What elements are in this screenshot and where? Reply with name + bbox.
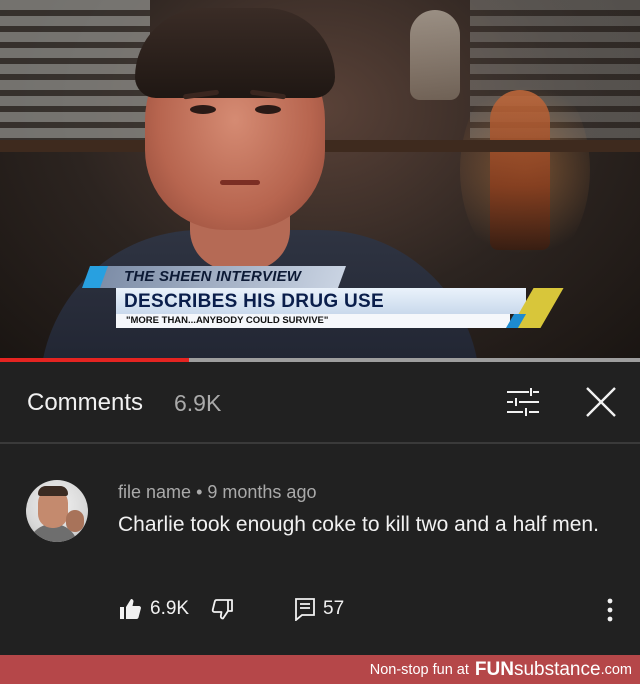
sort-filter-icon[interactable] bbox=[505, 386, 541, 418]
watermark-brand-suffix: .com bbox=[600, 662, 632, 679]
watermark-brand-bold: FUN bbox=[474, 659, 514, 680]
left-eye bbox=[190, 105, 216, 114]
comment-time: 9 months ago bbox=[207, 482, 317, 502]
video-player[interactable]: THE SHEEN INTERVIEW DESCRIBES HIS DRUG U… bbox=[0, 0, 640, 360]
lower-third-quote: "MORE THAN...ANYBODY COULD SURVIVE" bbox=[126, 315, 329, 326]
comment-author[interactable]: file name bbox=[118, 482, 191, 502]
mouth bbox=[220, 180, 260, 185]
comment-meta: file name • 9 months ago bbox=[118, 482, 316, 503]
thumbs-down-icon[interactable] bbox=[210, 597, 234, 621]
comment-text: Charlie took enough coke to kill two and… bbox=[118, 513, 599, 536]
meta-separator: • bbox=[196, 482, 203, 502]
watermark-prefix: Non-stop fun at bbox=[369, 662, 469, 679]
avatar-hair bbox=[38, 486, 68, 496]
watermark-brand: FUNsubstance bbox=[475, 659, 601, 680]
comments-title: Comments bbox=[27, 389, 144, 416]
background-lamp bbox=[490, 90, 550, 250]
avatar[interactable] bbox=[26, 480, 88, 542]
like-count: 6.9K bbox=[150, 598, 190, 619]
header-divider bbox=[0, 442, 640, 444]
right-eye bbox=[255, 105, 281, 114]
reply-count: 57 bbox=[323, 598, 345, 619]
hair bbox=[135, 8, 335, 98]
lower-third-kicker: THE SHEEN INTERVIEW bbox=[124, 268, 302, 285]
lower-third-headline: DESCRIBES HIS DRUG USE bbox=[124, 291, 384, 312]
reply-icon[interactable] bbox=[294, 597, 316, 621]
thumbs-up-icon[interactable] bbox=[118, 597, 142, 621]
comments-header: Comments 6.9K bbox=[0, 362, 640, 442]
avatar-child bbox=[66, 510, 84, 532]
close-icon[interactable] bbox=[583, 384, 619, 420]
watermark-text: Non-stop fun at FUNsubstance.com bbox=[370, 659, 632, 681]
news-lower-third: THE SHEEN INTERVIEW DESCRIBES HIS DRUG U… bbox=[81, 266, 564, 328]
watermark-brand-rest: substance bbox=[513, 659, 601, 680]
more-vertical-icon[interactable] bbox=[600, 596, 620, 624]
watermark-banner: Non-stop fun at FUNsubstance.com bbox=[0, 655, 640, 684]
comments-count: 6.9K bbox=[174, 390, 222, 416]
